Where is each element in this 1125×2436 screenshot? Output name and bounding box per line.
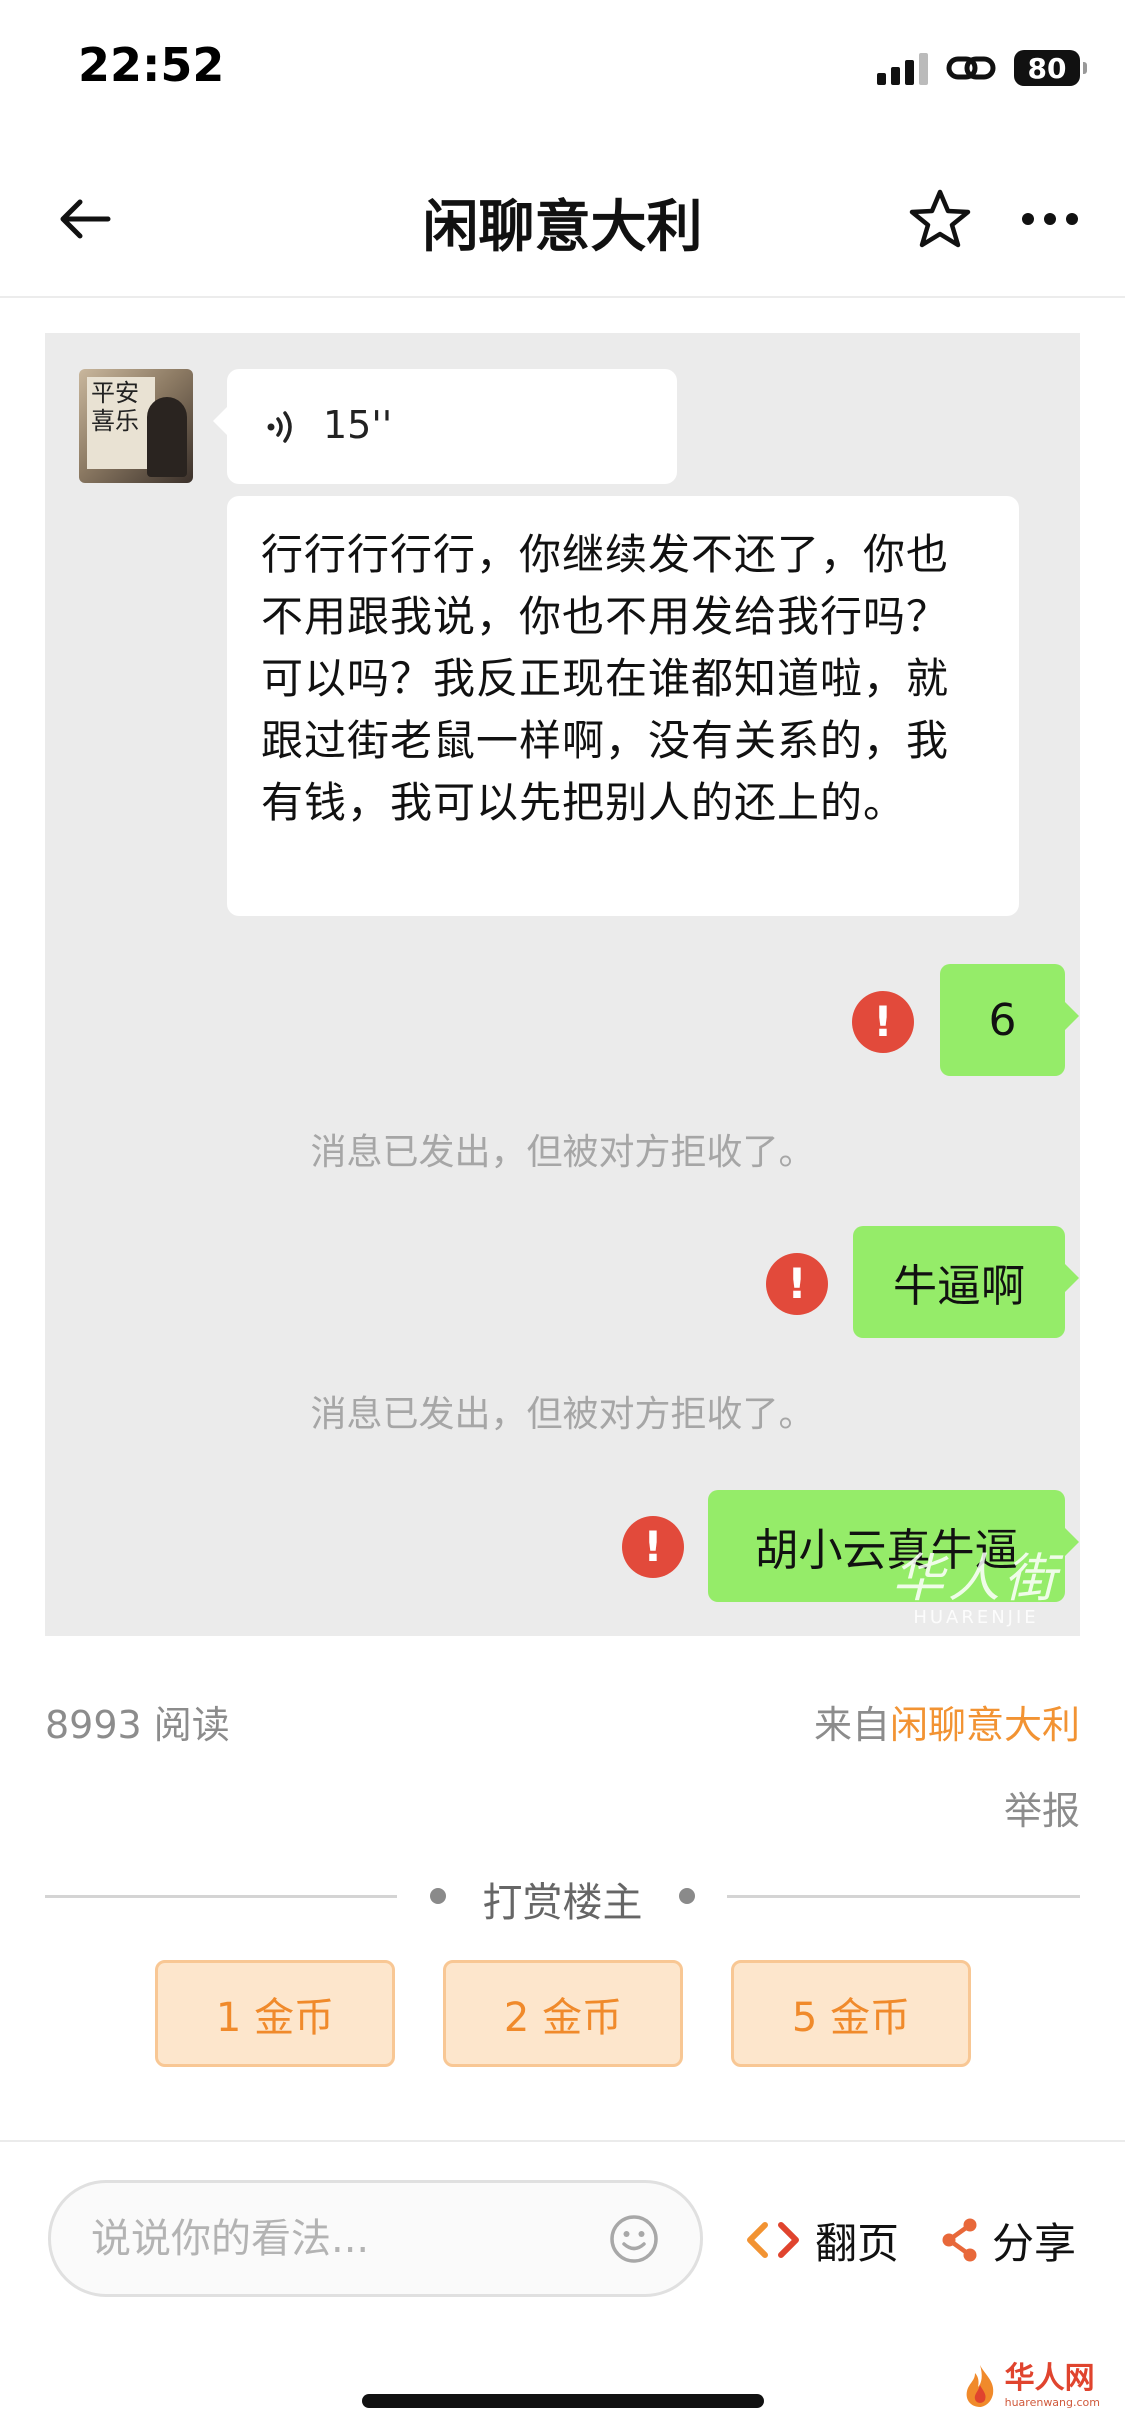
error-icon: ! (766, 1253, 828, 1315)
incoming-text-bubble: 行行行行行，你继续发不还了，你也不用跟我说，你也不用发给我行吗？可以吗？我反正现… (227, 496, 1019, 916)
source-link[interactable]: 闲聊意大利 (890, 1703, 1080, 1747)
post-image[interactable]: 平安喜乐 15'' 行行行行行，你继续发不还了，你也不用跟我说，你也不用发给我行… (45, 333, 1080, 1636)
status-indicators: 80 (877, 48, 1087, 88)
logo-name: 华人网 (1004, 2361, 1095, 2396)
outgoing-message-bubble: 6 (940, 964, 1079, 1076)
divider (0, 2140, 1125, 2142)
share-button[interactable]: 分享 (940, 2205, 1076, 2275)
site-logo: 华人网 huarenwang.com (961, 2362, 1100, 2410)
error-icon: ! (852, 991, 914, 1053)
avatar: 平安喜乐 (79, 369, 193, 483)
status-time: 22:52 (78, 38, 225, 92)
rejected-notice: 消息已发出，但被对方拒收了。 (310, 1132, 815, 1173)
divider (727, 1895, 1080, 1898)
comment-input[interactable] (48, 2180, 703, 2297)
divider-dot (679, 1888, 695, 1904)
rejected-notice: 消息已发出，但被对方拒收了。 (310, 1394, 815, 1435)
source-label: 来自闲聊意大利 (813, 1703, 1080, 1747)
reward-5-coin-button[interactable]: 5 金币 (731, 1960, 971, 2067)
read-count: 8993 阅读 (45, 1703, 230, 1747)
more-icon[interactable] (1015, 184, 1085, 254)
voice-message-bubble: 15'' (213, 369, 677, 484)
status-bar: 22:52 80 (0, 0, 1125, 140)
emoji-icon[interactable] (608, 2213, 660, 2265)
outgoing-message-text: 牛逼啊 (893, 1261, 1025, 1312)
page-turn-button[interactable]: 翻页 (745, 2205, 899, 2275)
link-icon (946, 56, 996, 80)
signal-icon (877, 51, 928, 85)
report-link[interactable]: 举报 (1004, 1780, 1080, 1835)
voice-duration: 15'' (323, 403, 393, 447)
battery-icon: 80 (1014, 50, 1087, 86)
home-indicator[interactable] (362, 2394, 764, 2408)
logo-url: huarenwang.com (1004, 2396, 1100, 2409)
page-turn-label: 翻页 (815, 2218, 900, 2268)
outgoing-message-bubble: 牛逼啊 (853, 1226, 1079, 1338)
nav-bar: 闲聊意大利 (0, 140, 1125, 298)
reward-1-coin-button[interactable]: 1 金币 (155, 1960, 395, 2067)
watermark: 华人街 HUARENJIE (891, 1549, 1060, 1628)
star-icon[interactable] (905, 184, 975, 254)
share-icon (942, 2218, 977, 2262)
reward-2-coin-button[interactable]: 2 金币 (443, 1960, 683, 2067)
outgoing-message-text: 6 (988, 994, 1017, 1046)
voice-wave-icon (267, 411, 292, 443)
flame-logo-icon (966, 2365, 993, 2407)
error-icon: ! (622, 1516, 684, 1578)
incoming-message-text: 行行行行行，你继续发不还了，你也不用跟我说，你也不用发给我行吗？可以吗？我反正现… (261, 530, 950, 827)
code-arrows-icon (747, 2222, 799, 2258)
reward-title: 打赏楼主 (482, 1880, 643, 1926)
share-label: 分享 (992, 2218, 1077, 2268)
